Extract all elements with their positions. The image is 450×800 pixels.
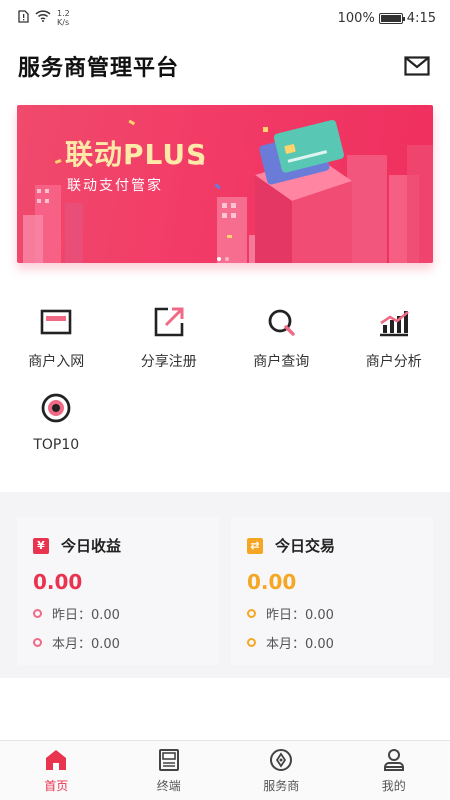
- banner-dot-1[interactable]: [217, 257, 221, 261]
- card-title: 今日交易: [275, 537, 336, 555]
- banner-dot-2[interactable]: [225, 257, 229, 261]
- wifi-icon: [35, 10, 51, 26]
- tab-label: 我的: [381, 779, 406, 793]
- menu-label: 商户入网: [28, 354, 85, 370]
- ring-icon: [247, 638, 256, 647]
- target-icon: [39, 391, 73, 425]
- menu-label: TOP10: [33, 437, 80, 453]
- banner-pagination: [217, 257, 229, 261]
- menu-item-merchant-join[interactable]: 商户入网: [0, 305, 113, 371]
- trade-month: 本月：0.00: [247, 633, 417, 652]
- tab-mine[interactable]: 我的: [338, 741, 450, 800]
- share-icon: [152, 305, 186, 339]
- promo-banner[interactable]: 联动PLUS 联动支付管家: [17, 105, 433, 263]
- compass-icon: [268, 747, 294, 773]
- ring-icon: [33, 638, 42, 647]
- income-month: 本月：0.00: [33, 633, 203, 652]
- home-icon: [43, 747, 69, 773]
- mail-icon: [404, 56, 430, 76]
- card-header: ¥ 今日收益: [33, 535, 203, 556]
- clock: 4:15: [406, 10, 436, 26]
- card-header: ⇄ 今日交易: [247, 535, 417, 556]
- speed-value: 1.2: [57, 9, 70, 18]
- menu-item-merchant-query[interactable]: 商户查询: [225, 305, 338, 371]
- tab-label: 首页: [44, 779, 69, 793]
- banner-title: 联动PLUS: [65, 138, 208, 171]
- battery-percent: 100%: [337, 10, 375, 26]
- network-speed: 1.2 K/s: [57, 9, 70, 27]
- tab-label: 服务商: [263, 779, 300, 793]
- bottom-tab-bar: 首页 终端 服务商 我的: [0, 740, 450, 800]
- card-title: 今日收益: [61, 537, 122, 555]
- status-bar: 1.2 K/s 100% 4:15: [0, 0, 450, 36]
- stats-cards: ¥ 今日收益 0.00 昨日：0.00 本月：0.00 ⇄ 今日交易 0.00 …: [17, 517, 433, 665]
- feature-menu: 商户入网 分享注册 商户查询 商户分析 TOP10: [0, 305, 450, 453]
- income-yesterday: 昨日：0.00: [33, 604, 203, 623]
- search-icon: [264, 305, 298, 339]
- battery-icon: [378, 12, 405, 24]
- income-yesterday-text: 昨日：0.00: [52, 608, 120, 623]
- menu-item-top10[interactable]: TOP10: [0, 391, 113, 453]
- chart-icon: [377, 305, 411, 339]
- tab-label: 终端: [156, 779, 181, 793]
- menu-item-share-register[interactable]: 分享注册: [113, 305, 226, 371]
- menu-label: 分享注册: [140, 354, 197, 370]
- page-title: 服务商管理平台: [18, 56, 180, 81]
- menu-label: 商户查询: [253, 354, 310, 370]
- banner-subtitle: 联动支付管家: [67, 178, 163, 194]
- income-amount: 0.00: [33, 570, 83, 594]
- yuan-icon: ¥: [33, 537, 49, 554]
- trade-card[interactable]: ⇄ 今日交易 0.00 昨日：0.00 本月：0.00: [231, 517, 433, 665]
- tab-terminal[interactable]: 终端: [113, 741, 226, 800]
- income-month-text: 本月：0.00: [52, 637, 120, 652]
- card-icon: [39, 305, 73, 339]
- status-right: 100% 4:15: [338, 11, 436, 26]
- header: 服务商管理平台: [0, 36, 450, 96]
- status-left: 1.2 K/s: [18, 9, 70, 27]
- trade-yesterday: 昨日：0.00: [247, 604, 417, 623]
- terminal-icon: [156, 747, 182, 773]
- tab-home[interactable]: 首页: [0, 741, 113, 800]
- battery-fill: [380, 14, 401, 22]
- income-card[interactable]: ¥ 今日收益 0.00 昨日：0.00 本月：0.00: [17, 517, 219, 665]
- trade-amount: 0.00: [247, 570, 297, 594]
- menu-label: 商户分析: [365, 354, 422, 370]
- trade-yesterday-text: 昨日：0.00: [266, 608, 334, 623]
- tab-service-provider[interactable]: 服务商: [225, 741, 338, 800]
- user-icon: [381, 747, 407, 773]
- speed-unit: K/s: [57, 18, 70, 27]
- trade-month-text: 本月：0.00: [266, 637, 334, 652]
- menu-item-merchant-analysis[interactable]: 商户分析: [338, 305, 450, 371]
- ring-icon: [247, 609, 256, 618]
- exchange-icon: ⇄: [247, 537, 263, 554]
- message-button[interactable]: [402, 51, 432, 81]
- ring-icon: [33, 609, 42, 618]
- sim-alert-icon: [18, 9, 29, 27]
